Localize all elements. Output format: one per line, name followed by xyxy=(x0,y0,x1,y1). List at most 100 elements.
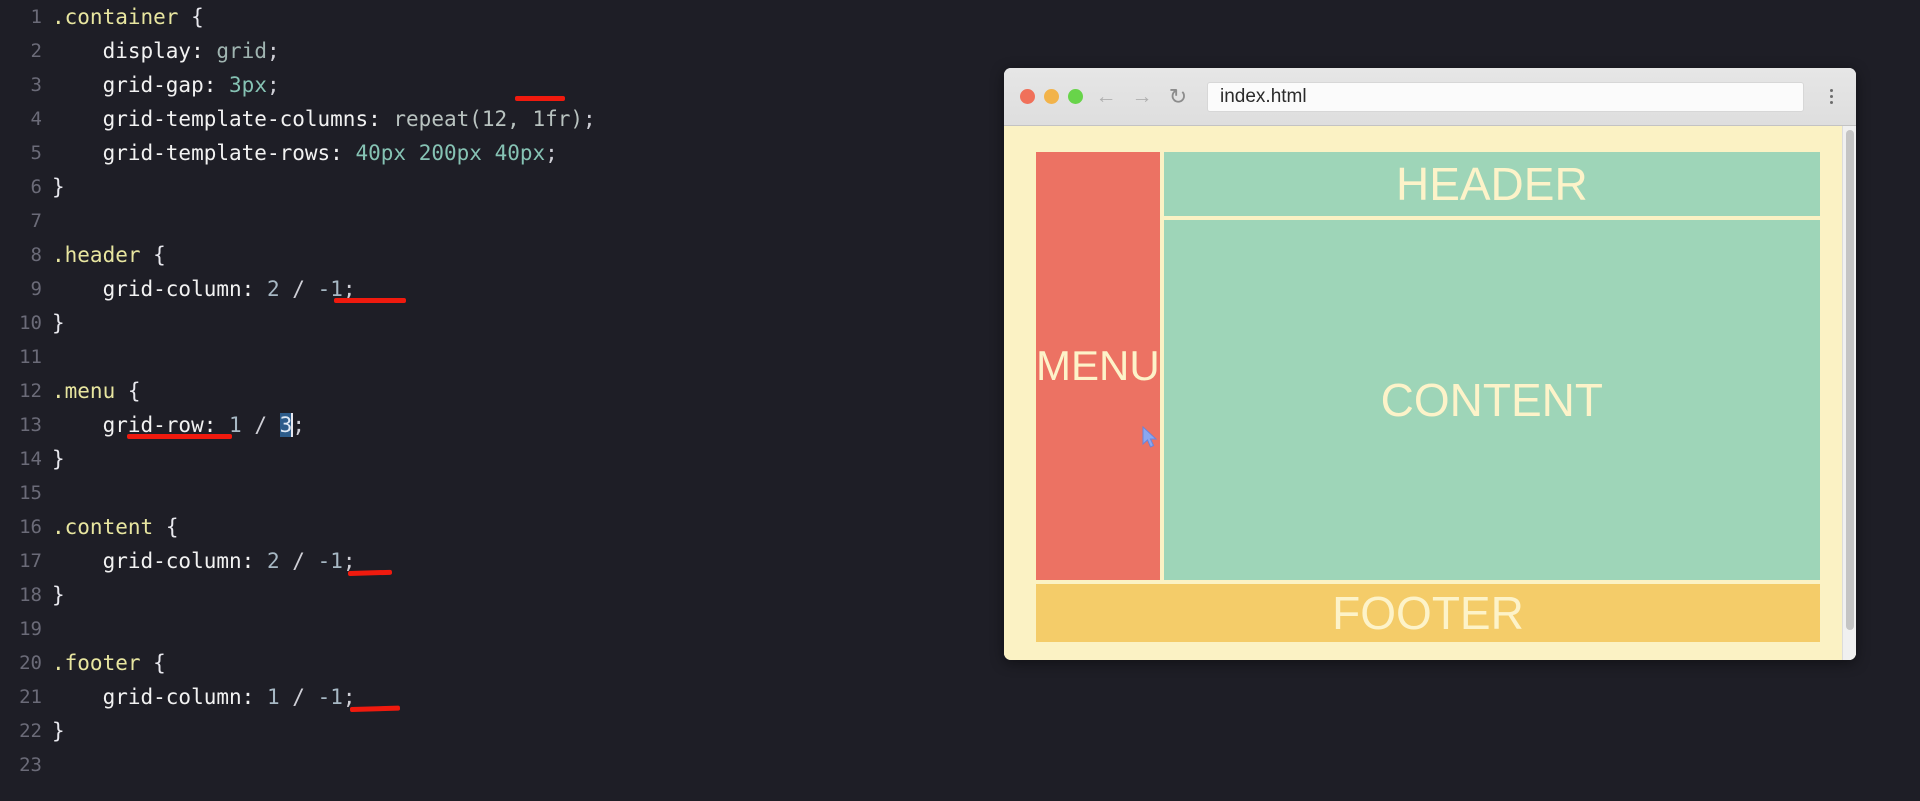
annotation-underline xyxy=(334,298,406,303)
code-line[interactable]: 19 xyxy=(0,612,1000,646)
kebab-dot xyxy=(1829,101,1833,104)
code-line[interactable]: 1 .container { xyxy=(0,0,1000,34)
line-number: 10 xyxy=(19,312,42,334)
code-line[interactable]: 2 display: grid; xyxy=(0,34,1000,68)
brace-open: { xyxy=(153,243,166,267)
brace-close: } xyxy=(52,175,65,199)
code-content[interactable]: .content { xyxy=(52,510,178,544)
code-line[interactable]: 7 xyxy=(0,204,1000,238)
semicolon: ; xyxy=(342,549,356,573)
css-value: 40px xyxy=(494,141,546,165)
line-number: 21 xyxy=(19,686,42,708)
code-line[interactable]: 3 grid-gap: 3px; xyxy=(0,68,1000,102)
code-line[interactable]: 14 } xyxy=(0,442,1000,476)
line-number: 15 xyxy=(19,482,42,504)
css-value: 3px xyxy=(229,73,267,97)
line-number: 2 xyxy=(30,40,42,62)
vertical-scrollbar[interactable] xyxy=(1842,126,1856,660)
browser-toolbar: ← → ↻ index.html xyxy=(1004,68,1856,126)
code-editor[interactable]: 1 .container { 2 display: grid; 3 grid-g… xyxy=(0,0,1000,801)
code-line[interactable]: 16 .content { xyxy=(0,510,1000,544)
line-number: 17 xyxy=(19,550,42,572)
css-value: 40px xyxy=(355,141,407,165)
code-line[interactable]: 10 } xyxy=(0,306,1000,340)
annotation-underline xyxy=(349,705,401,712)
brace-open: { xyxy=(191,5,204,29)
css-property: grid-template-rows: xyxy=(102,141,343,165)
css-property: grid-template-columns: xyxy=(102,107,381,131)
line-number: 20 xyxy=(19,652,42,674)
code-content[interactable]: grid-column: 2 / -1; xyxy=(52,272,356,306)
code-content[interactable]: grid-column: 1 / -1; xyxy=(52,680,356,714)
code-content[interactable]: grid-template-columns: repeat(12, 1fr); xyxy=(52,102,596,136)
css-property: display: xyxy=(102,39,204,63)
browser-viewport: MENU HEADER CONTENT FOOTER xyxy=(1004,126,1856,660)
code-content[interactable]: .header { xyxy=(52,238,166,272)
annotation-underline xyxy=(347,569,393,576)
code-content[interactable]: } xyxy=(52,306,65,340)
code-content[interactable]: .container { xyxy=(52,0,204,34)
close-window-button[interactable] xyxy=(1020,89,1035,104)
code-line[interactable]: 17 grid-column: 2 / -1; xyxy=(0,544,1000,578)
code-line[interactable]: 9 grid-column: 2 / -1; xyxy=(0,272,1000,306)
back-icon[interactable]: ← xyxy=(1093,84,1119,110)
semicolon: ; xyxy=(266,39,280,63)
line-number: 11 xyxy=(19,346,42,368)
kebab-menu-icon[interactable] xyxy=(1818,82,1844,112)
annotation-underline xyxy=(515,96,565,101)
line-number: 5 xyxy=(30,142,42,164)
code-content[interactable]: grid-gap: 3px; xyxy=(52,68,280,102)
css-selector: .header xyxy=(52,243,141,267)
code-line[interactable]: 23 xyxy=(0,748,1000,782)
code-line[interactable]: 22 } xyxy=(0,714,1000,748)
css-value: grid xyxy=(216,39,267,63)
code-line[interactable]: 20 .footer { xyxy=(0,646,1000,680)
code-content[interactable]: .footer { xyxy=(52,646,166,680)
code-content[interactable]: } xyxy=(52,578,65,612)
line-number: 8 xyxy=(30,244,42,266)
css-property: grid-column: xyxy=(102,685,255,709)
reload-icon[interactable]: ↻ xyxy=(1165,84,1191,110)
slash: / xyxy=(292,277,305,301)
line-number: 22 xyxy=(19,720,42,742)
line-number: 18 xyxy=(19,584,42,606)
line-number: 9 xyxy=(30,278,42,300)
css-value: -1 xyxy=(317,549,343,573)
code-content[interactable]: } xyxy=(52,170,65,204)
code-line[interactable]: 13 grid-row: 1 / 3; xyxy=(0,408,1000,442)
code-line[interactable]: 11 xyxy=(0,340,1000,374)
css-value: 200px xyxy=(418,141,482,165)
maximize-window-button[interactable] xyxy=(1068,89,1083,104)
screen: 1 .container { 2 display: grid; 3 grid-g… xyxy=(0,0,1920,801)
code-line[interactable]: 8 .header { xyxy=(0,238,1000,272)
grid-block-menu: MENU xyxy=(1036,152,1160,580)
code-content[interactable]: } xyxy=(52,442,65,476)
forward-icon[interactable]: → xyxy=(1129,84,1155,110)
window-controls[interactable] xyxy=(1020,89,1083,104)
code-line[interactable]: 21 grid-column: 1 / -1; xyxy=(0,680,1000,714)
address-bar[interactable]: index.html xyxy=(1207,81,1804,112)
code-line[interactable]: 6 } xyxy=(0,170,1000,204)
code-content[interactable]: .menu { xyxy=(52,374,141,408)
code-line[interactable]: 4 grid-template-columns: repeat(12, 1fr)… xyxy=(0,96,1000,136)
brace-close: } xyxy=(52,311,65,335)
css-value: repeat(12, 1fr) xyxy=(393,107,584,131)
brace-close: } xyxy=(52,447,65,471)
css-selector: .content xyxy=(52,515,154,539)
brace-close: } xyxy=(52,719,65,743)
code-line[interactable]: 12 .menu { xyxy=(0,374,1000,408)
browser-window[interactable]: ← → ↻ index.html MENU HEADER CONTENT FOO… xyxy=(1004,68,1856,660)
code-content[interactable]: grid-template-rows: 40px 200px 40px; xyxy=(52,136,558,170)
line-number: 6 xyxy=(30,176,42,198)
code-line[interactable]: 18 } xyxy=(0,578,1000,612)
kebab-dot xyxy=(1829,89,1833,92)
minimize-window-button[interactable] xyxy=(1044,89,1059,104)
code-content[interactable]: } xyxy=(52,714,65,748)
line-number: 23 xyxy=(19,754,42,776)
code-content[interactable]: display: grid; xyxy=(52,34,280,68)
code-line[interactable]: 15 xyxy=(0,476,1000,510)
code-content[interactable]: grid-column: 2 / -1; xyxy=(52,544,356,578)
scrollbar-thumb[interactable] xyxy=(1846,130,1854,630)
line-number: 14 xyxy=(19,448,42,470)
code-line[interactable]: 5 grid-template-rows: 40px 200px 40px; xyxy=(0,136,1000,170)
